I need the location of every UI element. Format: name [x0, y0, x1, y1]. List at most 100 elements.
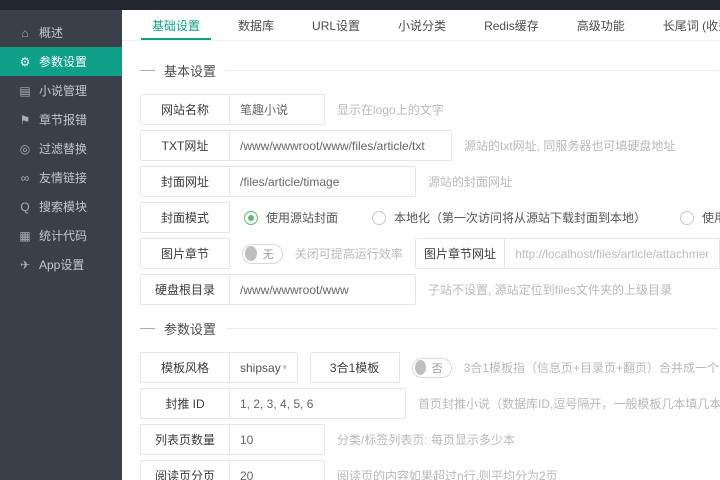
settings-form: 基本设置 网站名称 显示在logo上的文字 TXT网址 源站的txt网址, 同服…: [122, 41, 720, 480]
tab-novel-category[interactable]: 小说分类: [379, 10, 465, 40]
field-list-count: 列表页数量 分类/标签列表页: 每页显示多少本: [140, 424, 720, 455]
link-icon: ∞: [20, 170, 30, 185]
sidebar-item-overview[interactable]: ⌂ 概述: [0, 18, 122, 47]
radio-dot-icon: [244, 210, 258, 225]
field-image-chapter: 图片章节 无 关闭可提高运行效率 图片章节网址: [140, 238, 720, 269]
disk-root-input[interactable]: [230, 274, 416, 305]
template-style-label: 模板风格: [140, 352, 230, 383]
field-txt-url: TXT网址 源站的txt网址, 同服务器也可填硬盘地址: [140, 130, 720, 161]
top-header-bar: [0, 0, 720, 10]
sidebar-item-app-settings[interactable]: ✈ App设置: [0, 250, 122, 279]
image-chapter-url-label: 图片章节网址: [414, 238, 506, 269]
section-dash: [140, 70, 155, 71]
section-title-text: 参数设置: [164, 322, 217, 337]
sidebar-item-parameters[interactable]: ⚙ 参数设置: [0, 47, 122, 76]
section-line: [226, 328, 718, 329]
field-cover-url: 封面网址 源站的封面网址: [140, 166, 720, 197]
sidebar-item-friend-links[interactable]: ∞ 友情链接: [0, 163, 122, 192]
gear-icon: ⚙: [19, 54, 31, 69]
field-cover-mode: 封面模式 使用源站封面 本地化（第一次访问将从源站下载封面到本地） 使用本地化P…: [140, 202, 720, 233]
field-disk-root: 硬盘根目录 子站不设置, 源站定位到files文件夹的上级目录: [140, 274, 720, 305]
sidebar-nav: ⌂ 概述 ⚙ 参数设置 ▤ 小说管理 ⚑ 章节报错 ◎ 过滤替换 ∞ 友情链接 …: [0, 10, 122, 480]
sidebar-item-filter-replace[interactable]: ◎ 过滤替换: [0, 134, 122, 163]
radio-localize-cover[interactable]: 本地化（第一次访问将从源站下载封面到本地）: [372, 209, 646, 226]
field-read-paging: 阅读页分页 阅读页的内容如果超过n行,则平均分为2页: [140, 460, 720, 480]
section-title-text: 基本设置: [164, 64, 217, 79]
app-icon: ✈: [19, 257, 31, 272]
sidebar-item-label: 友情链接: [39, 171, 88, 185]
select-value: shipsay: [240, 360, 281, 375]
txt-url-input[interactable]: [230, 130, 452, 161]
chevron-down-icon: ▼: [280, 363, 289, 372]
site-name-hint: 显示在logo上的文字: [337, 103, 444, 117]
list-count-label: 列表页数量: [140, 424, 230, 455]
tab-redis-cache[interactable]: Redis缓存: [465, 10, 558, 40]
book-icon: ▤: [19, 83, 31, 98]
radio-dot-icon: [680, 210, 695, 225]
sidebar-item-search-module[interactable]: Q 搜索模块: [0, 192, 122, 221]
section-line: [226, 70, 718, 71]
sidebar-item-label: 章节报错: [39, 113, 88, 127]
tab-basic-settings[interactable]: 基础设置: [133, 10, 219, 40]
radio-label: 使用源站封面: [266, 211, 339, 225]
tab-url-settings[interactable]: URL设置: [293, 10, 379, 40]
disk-root-hint: 子站不设置, 源站定位到files文件夹的上级目录: [428, 283, 673, 297]
image-chapter-label: 图片章节: [140, 238, 230, 269]
cover-mode-radios: 使用源站封面 本地化（第一次访问将从源站下载封面到本地） 使用本地化PC封面: [244, 202, 720, 233]
toggle-knob-icon: [245, 246, 257, 261]
fengtui-id-label: 封推 ID: [140, 388, 230, 419]
tab-longtail[interactable]: 长尾词 (收费): [644, 10, 720, 40]
main-content: 基础设置 数据库 URL设置 小说分类 Redis缓存 高级功能 长尾词 (收费…: [122, 10, 720, 480]
radio-local-pc-cover[interactable]: 使用本地化PC封面: [680, 209, 720, 226]
field-site-name: 网站名称 显示在logo上的文字: [140, 94, 720, 125]
fengtui-id-input[interactable]: [230, 388, 406, 419]
sidebar-item-stats-code[interactable]: ▦ 统计代码: [0, 221, 122, 250]
image-chapter-hint: 关闭可提高运行效率: [294, 247, 403, 261]
tab-database[interactable]: 数据库: [219, 10, 293, 40]
section-basic: 基本设置: [140, 61, 720, 80]
txt-url-hint: 源站的txt网址, 同服务器也可填硬盘地址: [464, 139, 676, 153]
three-in-one-hint: 3合1模板指（信息页+目录页+翻页）合并成一个页面: [463, 361, 720, 375]
txt-url-label: TXT网址: [140, 130, 230, 161]
toggle-state-text: 否: [431, 362, 443, 375]
site-name-input[interactable]: [230, 94, 325, 125]
tab-advanced[interactable]: 高级功能: [558, 10, 644, 40]
toggle-state-text: 无: [262, 248, 274, 261]
list-count-input[interactable]: [230, 424, 325, 455]
disk-root-label: 硬盘根目录: [140, 274, 230, 305]
image-chapter-url-input[interactable]: [505, 238, 720, 269]
template-style-select[interactable]: shipsay ▼: [230, 352, 298, 383]
home-icon: ⌂: [21, 25, 29, 40]
site-name-label: 网站名称: [140, 94, 230, 125]
read-paging-label: 阅读页分页: [140, 460, 230, 480]
read-paging-hint: 阅读页的内容如果超过n行,则平均分为2页: [337, 469, 558, 480]
cover-url-hint: 源站的封面网址: [428, 175, 513, 189]
list-count-hint: 分类/标签列表页: 每页显示多少本: [337, 433, 516, 447]
sidebar-item-label: 过滤替换: [39, 142, 88, 156]
sidebar-item-label: 搜索模块: [39, 200, 88, 214]
flag-icon: ⚑: [19, 112, 31, 127]
filter-icon: ◎: [19, 141, 31, 156]
read-paging-input[interactable]: [230, 460, 325, 480]
field-template-style: 模板风格 shipsay ▼ 3合1模板 否 3合1模板指（信息页+目录页+翻页…: [140, 352, 720, 383]
radio-dot-icon: [372, 210, 387, 225]
toggle-knob-icon: [414, 360, 426, 375]
cover-url-input[interactable]: [230, 166, 416, 197]
radio-source-cover[interactable]: 使用源站封面: [244, 209, 338, 226]
radio-label: 使用本地化PC封面: [702, 211, 720, 225]
cover-url-label: 封面网址: [140, 166, 230, 197]
three-in-one-label: 3合1模板: [309, 352, 400, 383]
search-icon: Q: [20, 199, 30, 214]
sidebar-item-label: App设置: [39, 258, 85, 272]
stats-icon: ▦: [19, 228, 31, 243]
image-chapter-toggle[interactable]: 无: [242, 243, 283, 264]
sidebar-item-chapter-errors[interactable]: ⚑ 章节报错: [0, 105, 122, 134]
section-dash: [140, 328, 155, 329]
three-in-one-toggle[interactable]: 否: [411, 357, 452, 378]
sidebar-item-label: 统计代码: [39, 229, 88, 243]
sidebar-item-novel-manage[interactable]: ▤ 小说管理: [0, 76, 122, 105]
sidebar-item-label: 参数设置: [39, 55, 88, 69]
sidebar-item-label: 小说管理: [39, 84, 88, 98]
sidebar-item-label: 概述: [39, 26, 64, 40]
field-fengtui-id: 封推 ID 首页封推小说（数据库ID,逗号隔开，一般模板几本填几本）: [140, 388, 720, 419]
